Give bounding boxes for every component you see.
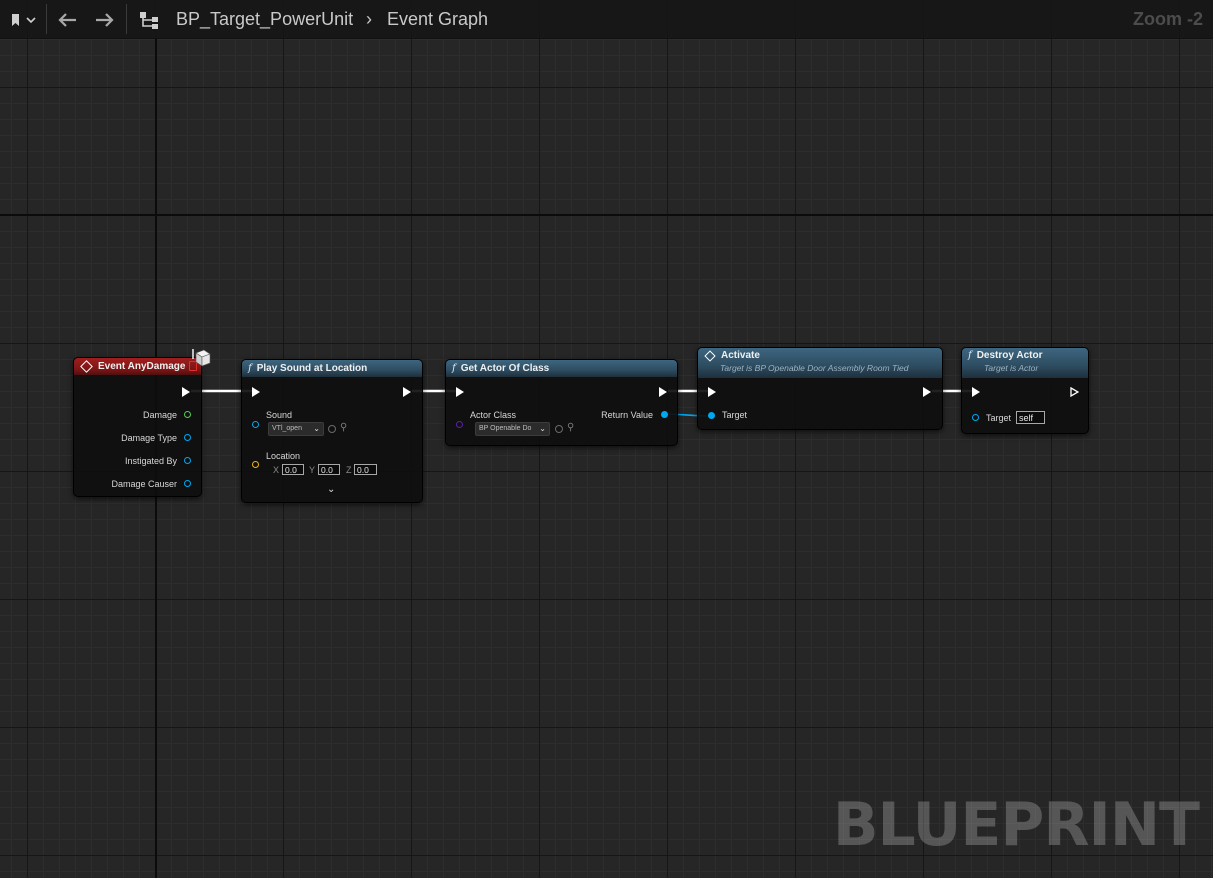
activate-exec-in-pin[interactable]: [708, 387, 716, 397]
event-anydamage-header[interactable]: Event AnyDamage: [74, 358, 201, 375]
breadcrumb-blueprint-link[interactable]: BP_Target_PowerUnit: [176, 9, 353, 30]
use-selected-class-icon[interactable]: [555, 425, 563, 433]
sound-pin[interactable]: [252, 421, 259, 428]
damage-causer-pin[interactable]: [184, 480, 191, 487]
play-sound-at-location-node[interactable]: f Play Sound at Location Sound VTl_open …: [241, 359, 423, 503]
actor-class-pin[interactable]: [456, 421, 463, 428]
forward-button[interactable]: [92, 9, 118, 31]
event-diamond-icon: [80, 360, 93, 373]
location-y-input[interactable]: 0.0: [318, 464, 340, 475]
breadcrumb-graph-link[interactable]: Event Graph: [387, 9, 488, 30]
pin-label-damage: Damage: [142, 410, 177, 420]
activate-subtitle: Target is BP Openable Door Assembly Room…: [720, 363, 909, 373]
zoom-level-readout: Zoom -2: [1133, 9, 1203, 29]
arrow-right-icon: [96, 13, 114, 27]
destroy-actor-target-input[interactable]: self: [1016, 411, 1045, 424]
play-sound-title: Play Sound at Location: [256, 363, 368, 374]
return-value-label: Return Value: [601, 410, 653, 420]
location-z-input[interactable]: 0.0: [354, 464, 377, 475]
damage-type-pin[interactable]: [184, 434, 191, 441]
location-x-label: X: [273, 465, 280, 475]
pin-label-instigated-by: Instigated By: [124, 456, 177, 466]
get-actor-exec-in-pin[interactable]: [456, 387, 464, 397]
play-sound-exec-out-pin[interactable]: [403, 387, 411, 397]
instigated-by-pin[interactable]: [184, 457, 191, 464]
graph-hierarchy-icon: [140, 12, 158, 29]
event-diamond-icon: [704, 349, 716, 362]
function-icon: f: [248, 363, 252, 374]
toolbar-separator: [126, 4, 127, 34]
activate-exec-out-pin[interactable]: [923, 387, 931, 397]
expand-advanced-chevron-icon[interactable]: ⌄: [327, 484, 335, 495]
destroy-actor-exec-in-pin[interactable]: [972, 387, 980, 397]
browse-class-icon[interactable]: ⚲: [567, 422, 574, 433]
actor-class-dropdown[interactable]: BP Openable Do ⌄: [475, 422, 550, 436]
location-x-input[interactable]: 0.0: [282, 464, 304, 475]
graph-toolbar: BP_Target_PowerUnit › Event Graph Zoom -…: [0, 0, 1213, 39]
destroy-actor-node[interactable]: f Destroy Actor Target is Actor Target s…: [961, 347, 1089, 434]
chevron-down-icon: ⌄: [539, 424, 546, 433]
function-icon: f: [452, 363, 456, 374]
actor-class-value: BP Openable Do: [479, 425, 532, 432]
destroy-actor-target-pin[interactable]: [972, 414, 979, 421]
activate-header[interactable]: Activate Target is BP Openable Door Asse…: [698, 348, 942, 378]
get-actor-of-class-header[interactable]: f Get Actor Of Class: [446, 360, 677, 377]
toolbar-separator: [46, 4, 47, 34]
damage-pin[interactable]: [184, 411, 191, 418]
sound-asset-value: VTl_open: [272, 425, 302, 432]
cursor-cube-icon: [192, 349, 211, 367]
get-actor-of-class-node[interactable]: f Get Actor Of Class Actor Class BP Open…: [445, 359, 678, 446]
location-pin[interactable]: [252, 461, 259, 468]
destroy-actor-subtitle: Target is Actor: [984, 363, 1039, 373]
bookmark-icon: [12, 14, 36, 26]
chevron-down-icon: ⌄: [313, 424, 320, 433]
back-button[interactable]: [54, 9, 80, 31]
browse-asset-icon[interactable]: ⚲: [340, 422, 347, 433]
event-anydamage-node[interactable]: Event AnyDamage Damage Damage Type Insti…: [73, 357, 202, 497]
event-exec-out-pin[interactable]: [182, 387, 190, 397]
function-icon: f: [968, 350, 972, 361]
activate-title: Activate: [721, 350, 760, 361]
play-sound-exec-in-pin[interactable]: [252, 387, 260, 397]
location-y-label: Y: [309, 465, 316, 475]
graph-icon-button: [136, 9, 164, 31]
sound-label: Sound: [266, 410, 293, 420]
blueprint-watermark: BLUEPRINT: [832, 790, 1200, 860]
activate-node[interactable]: Activate Target is BP Openable Door Asse…: [697, 347, 943, 430]
actor-class-label: Actor Class: [470, 410, 517, 420]
pin-label-damage-causer: Damage Causer: [111, 479, 177, 489]
activate-target-pin[interactable]: [708, 412, 715, 419]
graph-canvas[interactable]: Event AnyDamage Damage Damage Type Insti…: [0, 0, 1213, 878]
play-sound-header[interactable]: f Play Sound at Location: [242, 360, 422, 377]
location-label: Location: [266, 451, 301, 461]
event-anydamage-title: Event AnyDamage: [98, 361, 186, 372]
get-actor-of-class-title: Get Actor Of Class: [460, 363, 550, 374]
breadcrumb-chevron-icon: ›: [366, 9, 372, 29]
get-actor-exec-out-pin[interactable]: [659, 387, 667, 397]
destroy-actor-target-label: Target: [986, 413, 1012, 423]
return-value-pin[interactable]: [661, 411, 668, 418]
use-selected-asset-icon[interactable]: [328, 425, 336, 433]
sound-asset-dropdown[interactable]: VTl_open ⌄: [268, 422, 324, 436]
location-z-label: Z: [346, 465, 352, 475]
activate-target-label: Target: [722, 410, 748, 420]
bookmark-dropdown-button[interactable]: [4, 9, 40, 31]
destroy-actor-header[interactable]: f Destroy Actor Target is Actor: [962, 348, 1088, 378]
destroy-actor-title: Destroy Actor: [976, 350, 1043, 361]
pin-label-damage-type: Damage Type: [121, 433, 177, 443]
arrow-left-icon: [58, 13, 76, 27]
destroy-actor-exec-out-pin[interactable]: [1070, 387, 1079, 397]
